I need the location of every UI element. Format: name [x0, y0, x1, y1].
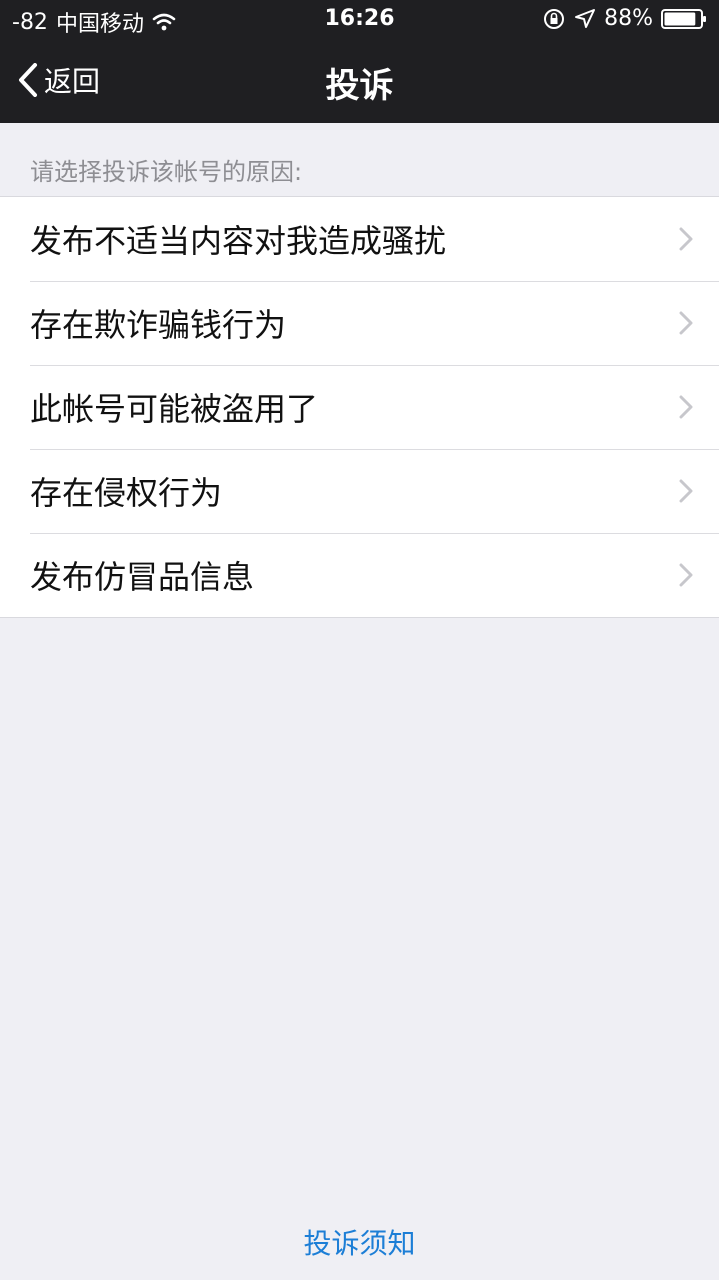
reason-item-fraud[interactable]: 存在欺诈骗钱行为 [0, 281, 719, 365]
battery-percent: 88% [604, 6, 653, 31]
reason-item-harassment[interactable]: 发布不适当内容对我造成骚扰 [0, 197, 719, 281]
reason-item-counterfeit[interactable]: 发布仿冒品信息 [0, 533, 719, 617]
status-right: 88% [542, 6, 707, 31]
reason-label: 发布不适当内容对我造成骚扰 [30, 222, 447, 260]
chevron-right-icon [679, 479, 693, 503]
reason-item-account-stolen[interactable]: 此帐号可能被盗用了 [0, 365, 719, 449]
page-title: 投诉 [325, 66, 394, 106]
reason-label: 此帐号可能被盗用了 [30, 390, 319, 428]
battery-icon [661, 8, 707, 30]
chevron-right-icon [679, 311, 693, 335]
complaint-notice-link[interactable]: 投诉须知 [0, 1222, 719, 1262]
location-icon [574, 8, 596, 30]
reason-label: 发布仿冒品信息 [30, 558, 255, 596]
navigation-bar: 返回 投诉 [0, 40, 719, 123]
reason-item-infringement[interactable]: 存在侵权行为 [0, 449, 719, 533]
reason-label: 存在欺诈骗钱行为 [30, 306, 287, 344]
chevron-right-icon [679, 395, 693, 419]
top-bar: -82 中国移动 16:26 88% 返回 投诉 [0, 0, 719, 123]
status-bar: -82 中国移动 16:26 88% [0, 0, 719, 40]
reason-prompt: 请选择投诉该帐号的原因: [30, 158, 303, 186]
orientation-lock-icon [542, 7, 566, 31]
chevron-right-icon [679, 563, 693, 587]
chevron-right-icon [679, 227, 693, 251]
reason-label: 存在侵权行为 [30, 474, 223, 512]
reason-list: 发布不适当内容对我造成骚扰 存在欺诈骗钱行为 此帐号可能被盗用了 存在侵权行为 … [0, 196, 719, 618]
